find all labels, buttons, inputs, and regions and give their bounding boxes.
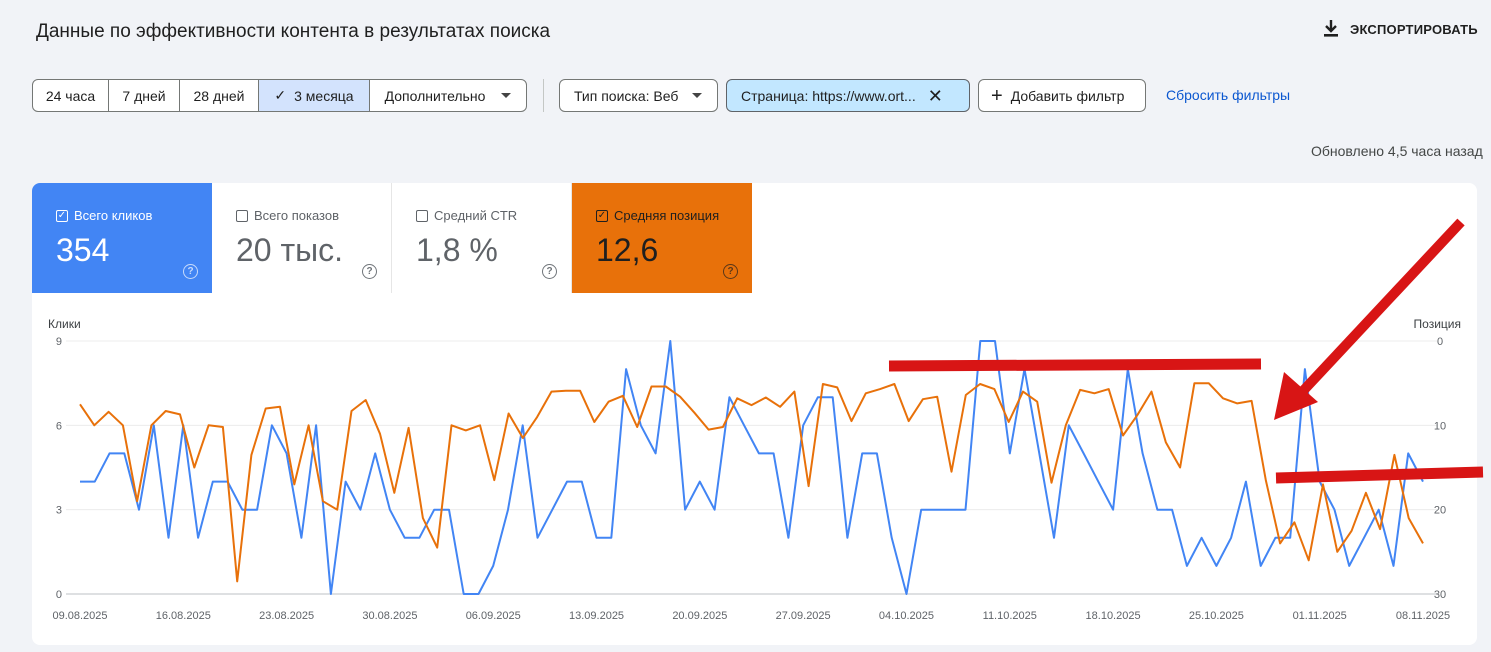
y-tick-left: 3: [56, 505, 62, 517]
x-tick-label: 13.09.2025: [569, 610, 624, 622]
left-axis-title: Клики: [48, 317, 81, 331]
right-axis-title: Позиция: [1414, 317, 1461, 331]
x-tick-label: 04.10.2025: [879, 610, 934, 622]
x-tick-label: 01.11.2025: [1293, 610, 1347, 622]
annotation-arrow-shaft: [1298, 218, 1465, 396]
position-series-line: [79, 382, 1424, 583]
x-tick-label: 20.09.2025: [672, 610, 727, 622]
x-tick-label: 18.10.2025: [1086, 610, 1141, 622]
clicks-series-line: [80, 340, 1424, 595]
x-tick-label: 27.09.2025: [776, 610, 831, 622]
y-tick-right: 0: [1437, 336, 1443, 348]
y-tick-left: 6: [56, 420, 62, 432]
x-tick-label: 08.11.2025: [1396, 610, 1450, 622]
x-tick-label: 11.10.2025: [983, 610, 1037, 622]
annotation-bar: [1275, 466, 1484, 484]
y-tick-right: 10: [1434, 420, 1446, 432]
performance-chart: Клики Позиция 0 3 6 9 0 10 20 30 09.08.2025 16.08.2…: [48, 218, 1484, 622]
annotation-bar: [888, 358, 1262, 372]
x-tick-label: 30.08.2025: [362, 610, 417, 622]
x-tick-label: 23.08.2025: [259, 610, 314, 622]
x-tick-label: 16.08.2025: [156, 610, 211, 622]
y-tick-right: 20: [1434, 505, 1446, 517]
y-tick-left: 9: [56, 336, 62, 348]
x-tick-label: 06.09.2025: [466, 610, 521, 622]
y-tick-left: 0: [56, 589, 62, 601]
x-tick-label: 09.08.2025: [52, 610, 107, 622]
x-tick-label: 25.10.2025: [1189, 610, 1244, 622]
y-tick-right: 30: [1434, 589, 1446, 601]
